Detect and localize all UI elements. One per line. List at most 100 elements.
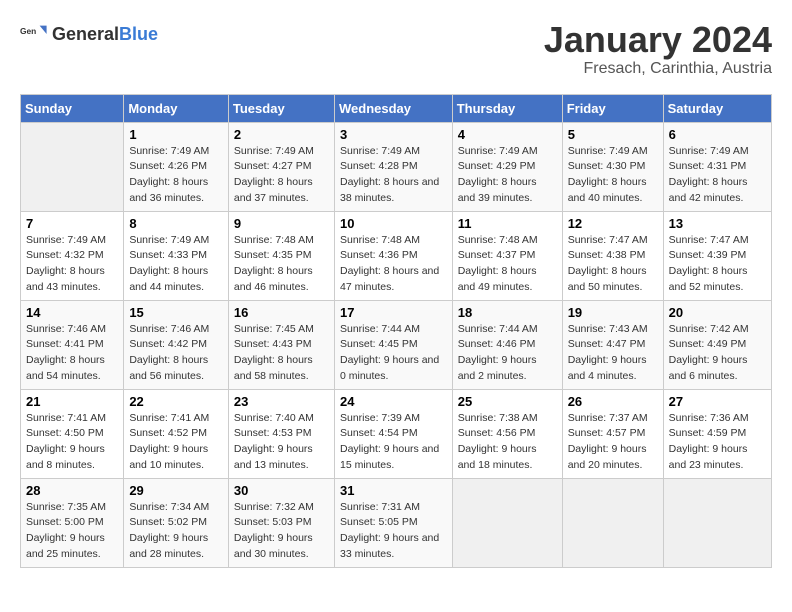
day-info: Sunrise: 7:37 AMSunset: 4:57 PMDaylight:… bbox=[568, 411, 658, 474]
day-info: Sunrise: 7:49 AMSunset: 4:26 PMDaylight:… bbox=[129, 144, 223, 207]
day-number: 13 bbox=[669, 216, 766, 231]
day-info: Sunrise: 7:44 AMSunset: 4:46 PMDaylight:… bbox=[458, 322, 557, 385]
day-info: Sunrise: 7:47 AMSunset: 4:39 PMDaylight:… bbox=[669, 233, 766, 296]
calendar-table: SundayMondayTuesdayWednesdayThursdayFrid… bbox=[20, 94, 772, 568]
day-info: Sunrise: 7:41 AMSunset: 4:50 PMDaylight:… bbox=[26, 411, 118, 474]
day-number: 31 bbox=[340, 483, 447, 498]
day-number: 29 bbox=[129, 483, 223, 498]
calendar-cell: 24 Sunrise: 7:39 AMSunset: 4:54 PMDaylig… bbox=[334, 389, 452, 478]
day-number: 14 bbox=[26, 305, 118, 320]
day-info: Sunrise: 7:49 AMSunset: 4:30 PMDaylight:… bbox=[568, 144, 658, 207]
header-day-wednesday: Wednesday bbox=[334, 94, 452, 122]
calendar-cell bbox=[562, 478, 663, 567]
calendar-cell: 28 Sunrise: 7:35 AMSunset: 5:00 PMDaylig… bbox=[21, 478, 124, 567]
page-subtitle: Fresach, Carinthia, Austria bbox=[544, 60, 772, 78]
day-info: Sunrise: 7:48 AMSunset: 4:36 PMDaylight:… bbox=[340, 233, 447, 296]
day-number: 12 bbox=[568, 216, 658, 231]
calendar-cell: 18 Sunrise: 7:44 AMSunset: 4:46 PMDaylig… bbox=[452, 300, 562, 389]
day-number: 4 bbox=[458, 127, 557, 142]
header-day-thursday: Thursday bbox=[452, 94, 562, 122]
logo-text-blue: Blue bbox=[119, 24, 158, 44]
day-info: Sunrise: 7:47 AMSunset: 4:38 PMDaylight:… bbox=[568, 233, 658, 296]
day-info: Sunrise: 7:42 AMSunset: 4:49 PMDaylight:… bbox=[669, 322, 766, 385]
day-number: 1 bbox=[129, 127, 223, 142]
calendar-cell bbox=[452, 478, 562, 567]
title-block: January 2024 Fresach, Carinthia, Austria bbox=[544, 20, 772, 78]
day-number: 5 bbox=[568, 127, 658, 142]
day-info: Sunrise: 7:46 AMSunset: 4:42 PMDaylight:… bbox=[129, 322, 223, 385]
day-number: 20 bbox=[669, 305, 766, 320]
day-number: 9 bbox=[234, 216, 329, 231]
day-number: 19 bbox=[568, 305, 658, 320]
calendar-cell: 29 Sunrise: 7:34 AMSunset: 5:02 PMDaylig… bbox=[124, 478, 229, 567]
day-info: Sunrise: 7:49 AMSunset: 4:33 PMDaylight:… bbox=[129, 233, 223, 296]
day-number: 8 bbox=[129, 216, 223, 231]
day-number: 24 bbox=[340, 394, 447, 409]
day-number: 6 bbox=[669, 127, 766, 142]
calendar-week-row: 7 Sunrise: 7:49 AMSunset: 4:32 PMDayligh… bbox=[21, 211, 772, 300]
day-number: 18 bbox=[458, 305, 557, 320]
calendar-cell: 23 Sunrise: 7:40 AMSunset: 4:53 PMDaylig… bbox=[228, 389, 334, 478]
day-number: 3 bbox=[340, 127, 447, 142]
day-number: 28 bbox=[26, 483, 118, 498]
day-info: Sunrise: 7:40 AMSunset: 4:53 PMDaylight:… bbox=[234, 411, 329, 474]
calendar-cell: 1 Sunrise: 7:49 AMSunset: 4:26 PMDayligh… bbox=[124, 122, 229, 211]
page-header: Gen GeneralBlue January 2024 Fresach, Ca… bbox=[20, 20, 772, 78]
day-info: Sunrise: 7:49 AMSunset: 4:31 PMDaylight:… bbox=[669, 144, 766, 207]
day-number: 23 bbox=[234, 394, 329, 409]
calendar-cell: 31 Sunrise: 7:31 AMSunset: 5:05 PMDaylig… bbox=[334, 478, 452, 567]
calendar-cell: 3 Sunrise: 7:49 AMSunset: 4:28 PMDayligh… bbox=[334, 122, 452, 211]
calendar-cell: 4 Sunrise: 7:49 AMSunset: 4:29 PMDayligh… bbox=[452, 122, 562, 211]
day-info: Sunrise: 7:41 AMSunset: 4:52 PMDaylight:… bbox=[129, 411, 223, 474]
calendar-cell: 19 Sunrise: 7:43 AMSunset: 4:47 PMDaylig… bbox=[562, 300, 663, 389]
day-info: Sunrise: 7:44 AMSunset: 4:45 PMDaylight:… bbox=[340, 322, 447, 385]
calendar-cell: 14 Sunrise: 7:46 AMSunset: 4:41 PMDaylig… bbox=[21, 300, 124, 389]
calendar-cell: 11 Sunrise: 7:48 AMSunset: 4:37 PMDaylig… bbox=[452, 211, 562, 300]
day-number: 25 bbox=[458, 394, 557, 409]
day-number: 11 bbox=[458, 216, 557, 231]
calendar-cell: 15 Sunrise: 7:46 AMSunset: 4:42 PMDaylig… bbox=[124, 300, 229, 389]
day-info: Sunrise: 7:39 AMSunset: 4:54 PMDaylight:… bbox=[340, 411, 447, 474]
day-number: 7 bbox=[26, 216, 118, 231]
calendar-cell: 8 Sunrise: 7:49 AMSunset: 4:33 PMDayligh… bbox=[124, 211, 229, 300]
day-number: 27 bbox=[669, 394, 766, 409]
day-info: Sunrise: 7:49 AMSunset: 4:32 PMDaylight:… bbox=[26, 233, 118, 296]
calendar-cell: 16 Sunrise: 7:45 AMSunset: 4:43 PMDaylig… bbox=[228, 300, 334, 389]
day-number: 26 bbox=[568, 394, 658, 409]
calendar-cell: 27 Sunrise: 7:36 AMSunset: 4:59 PMDaylig… bbox=[663, 389, 771, 478]
day-number: 2 bbox=[234, 127, 329, 142]
calendar-header-row: SundayMondayTuesdayWednesdayThursdayFrid… bbox=[21, 94, 772, 122]
day-info: Sunrise: 7:32 AMSunset: 5:03 PMDaylight:… bbox=[234, 500, 329, 563]
day-info: Sunrise: 7:49 AMSunset: 4:29 PMDaylight:… bbox=[458, 144, 557, 207]
day-number: 10 bbox=[340, 216, 447, 231]
calendar-cell: 9 Sunrise: 7:48 AMSunset: 4:35 PMDayligh… bbox=[228, 211, 334, 300]
calendar-cell: 30 Sunrise: 7:32 AMSunset: 5:03 PMDaylig… bbox=[228, 478, 334, 567]
calendar-cell: 7 Sunrise: 7:49 AMSunset: 4:32 PMDayligh… bbox=[21, 211, 124, 300]
day-info: Sunrise: 7:43 AMSunset: 4:47 PMDaylight:… bbox=[568, 322, 658, 385]
calendar-cell: 17 Sunrise: 7:44 AMSunset: 4:45 PMDaylig… bbox=[334, 300, 452, 389]
header-day-saturday: Saturday bbox=[663, 94, 771, 122]
day-info: Sunrise: 7:45 AMSunset: 4:43 PMDaylight:… bbox=[234, 322, 329, 385]
header-day-tuesday: Tuesday bbox=[228, 94, 334, 122]
calendar-week-row: 14 Sunrise: 7:46 AMSunset: 4:41 PMDaylig… bbox=[21, 300, 772, 389]
day-number: 17 bbox=[340, 305, 447, 320]
day-number: 30 bbox=[234, 483, 329, 498]
day-info: Sunrise: 7:46 AMSunset: 4:41 PMDaylight:… bbox=[26, 322, 118, 385]
calendar-cell: 2 Sunrise: 7:49 AMSunset: 4:27 PMDayligh… bbox=[228, 122, 334, 211]
day-info: Sunrise: 7:31 AMSunset: 5:05 PMDaylight:… bbox=[340, 500, 447, 563]
day-number: 15 bbox=[129, 305, 223, 320]
calendar-week-row: 21 Sunrise: 7:41 AMSunset: 4:50 PMDaylig… bbox=[21, 389, 772, 478]
day-number: 16 bbox=[234, 305, 329, 320]
calendar-cell: 12 Sunrise: 7:47 AMSunset: 4:38 PMDaylig… bbox=[562, 211, 663, 300]
day-number: 21 bbox=[26, 394, 118, 409]
day-info: Sunrise: 7:34 AMSunset: 5:02 PMDaylight:… bbox=[129, 500, 223, 563]
day-info: Sunrise: 7:49 AMSunset: 4:27 PMDaylight:… bbox=[234, 144, 329, 207]
day-info: Sunrise: 7:48 AMSunset: 4:37 PMDaylight:… bbox=[458, 233, 557, 296]
calendar-cell: 22 Sunrise: 7:41 AMSunset: 4:52 PMDaylig… bbox=[124, 389, 229, 478]
calendar-cell: 5 Sunrise: 7:49 AMSunset: 4:30 PMDayligh… bbox=[562, 122, 663, 211]
calendar-cell: 21 Sunrise: 7:41 AMSunset: 4:50 PMDaylig… bbox=[21, 389, 124, 478]
logo: Gen GeneralBlue bbox=[20, 20, 158, 48]
calendar-cell: 6 Sunrise: 7:49 AMSunset: 4:31 PMDayligh… bbox=[663, 122, 771, 211]
day-number: 22 bbox=[129, 394, 223, 409]
calendar-cell bbox=[21, 122, 124, 211]
